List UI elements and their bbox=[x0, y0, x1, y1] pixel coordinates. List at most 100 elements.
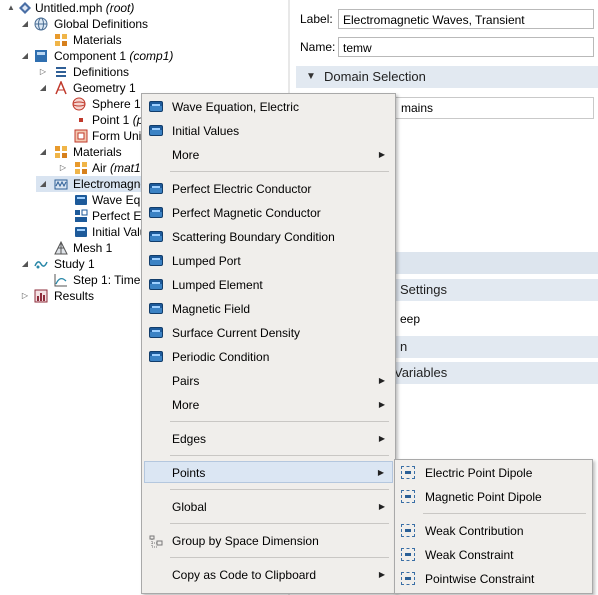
tree-item-label: Study 1 bbox=[54, 257, 95, 271]
label-field[interactable]: Electromagnetic Waves, Transient bbox=[338, 9, 594, 29]
tree-item-tag: (root) bbox=[105, 1, 135, 15]
tree-item-label: Form Unio bbox=[92, 129, 149, 143]
collapse-arrow-icon[interactable]: ◢ bbox=[38, 144, 48, 160]
results-icon bbox=[34, 289, 48, 303]
section-title: n bbox=[400, 339, 408, 354]
tree-item-label: Global Definitions bbox=[54, 17, 149, 31]
setting-text-fragment: eep bbox=[400, 312, 421, 326]
submenu-item-weak-constraint[interactable]: Weak Constraint bbox=[397, 544, 590, 566]
component-icon bbox=[34, 49, 48, 63]
point-dipole-icon bbox=[401, 466, 415, 479]
menu-item-label: Weak Contribution bbox=[425, 524, 524, 538]
menu-item-label: Points bbox=[172, 466, 206, 480]
name-caption: Name: bbox=[300, 40, 336, 54]
menu-item-label: Global bbox=[172, 500, 207, 514]
submenu-arrow-icon: ▶ bbox=[378, 400, 385, 409]
tree-item-tag: (comp1) bbox=[129, 49, 174, 63]
menu-item-label: Perfect Magnetic Conductor bbox=[172, 206, 321, 220]
menu-item-edges[interactable]: Edges ▶ bbox=[144, 428, 393, 450]
tree-item-label: Materials bbox=[73, 145, 122, 159]
collapse-arrow-icon[interactable]: ◢ bbox=[20, 48, 30, 64]
collapse-arrow-icon[interactable]: ◢ bbox=[38, 176, 48, 192]
menu-item-label: Copy as Code to Clipboard bbox=[172, 568, 317, 582]
menu-item-label: Periodic Condition bbox=[172, 350, 270, 364]
submenu-item-pointwise-constraint[interactable]: Pointwise Constraint bbox=[397, 568, 590, 590]
submenu-item-magnetic-point-dipole[interactable]: Magnetic Point Dipole bbox=[397, 486, 590, 508]
menu-item-global[interactable]: Global ▶ bbox=[144, 496, 393, 518]
tree-item-label: Mesh 1 bbox=[73, 241, 113, 255]
boundary-icon bbox=[149, 183, 163, 194]
menu-item-scattering-boundary-condition[interactable]: Scattering Boundary Condition bbox=[144, 226, 393, 248]
materials-icon bbox=[54, 33, 68, 47]
menu-item-perfect-electric-conductor[interactable]: Perfect Electric Conductor bbox=[144, 178, 393, 200]
expand-arrow-icon[interactable]: ▷ bbox=[38, 64, 48, 80]
menu-item-lumped-port[interactable]: Lumped Port bbox=[144, 250, 393, 272]
menu-separator bbox=[170, 171, 389, 172]
menu-item-label: Perfect Electric Conductor bbox=[172, 182, 312, 196]
menu-item-wave-equation-electric[interactable]: Wave Equation, Electric bbox=[144, 96, 393, 118]
menu-item-label: More bbox=[172, 398, 200, 412]
menu-item-surface-current-density[interactable]: Surface Current Density bbox=[144, 322, 393, 344]
group-icon bbox=[149, 534, 163, 548]
menu-separator bbox=[170, 557, 389, 558]
collapse-arrow-icon[interactable]: ◢ bbox=[20, 16, 30, 32]
menu-item-magnetic-field[interactable]: Magnetic Field bbox=[144, 298, 393, 320]
collapse-arrow-icon[interactable]: ◢ bbox=[20, 256, 30, 272]
submenu-arrow-icon: ▶ bbox=[378, 150, 385, 159]
menu-item-label: More bbox=[172, 148, 200, 162]
menu-separator bbox=[170, 489, 389, 490]
menu-item-perfect-magnetic-conductor[interactable]: Perfect Magnetic Conductor bbox=[144, 202, 393, 224]
expand-arrow-icon[interactable]: ▷ bbox=[20, 288, 30, 304]
menu-item-periodic-condition[interactable]: Periodic Condition bbox=[144, 346, 393, 368]
menu-item-more-domains[interactable]: More ▶ bbox=[144, 144, 393, 166]
tree-item-label: Component 1 bbox=[54, 49, 127, 63]
submenu-item-weak-contribution[interactable]: Weak Contribution bbox=[397, 520, 590, 542]
menu-item-label: Scattering Boundary Condition bbox=[172, 230, 335, 244]
menu-item-label: Initial Values bbox=[172, 124, 240, 138]
step-icon bbox=[54, 273, 68, 287]
section-domain-selection[interactable]: ▼ Domain Selection bbox=[296, 66, 598, 88]
wave-feature-icon bbox=[74, 193, 88, 207]
menu-item-copy-as-code[interactable]: Copy as Code to Clipboard ▶ bbox=[144, 564, 393, 586]
boundary-icon bbox=[149, 327, 163, 338]
menu-separator bbox=[170, 421, 389, 422]
menu-item-label: Edges bbox=[172, 432, 207, 446]
materials-icon bbox=[54, 145, 68, 159]
boundary-icon bbox=[149, 279, 163, 290]
tree-item-label: Air bbox=[92, 161, 107, 175]
menu-item-initial-values[interactable]: Initial Values bbox=[144, 120, 393, 142]
tree-item-label: Wave Equ bbox=[92, 193, 147, 207]
menu-item-label: Magnetic Point Dipole bbox=[425, 490, 542, 504]
submenu-item-electric-point-dipole[interactable]: Electric Point Dipole bbox=[397, 462, 590, 484]
menu-separator bbox=[423, 513, 586, 514]
collapse-arrow-icon: ▼ bbox=[306, 71, 316, 82]
menu-item-group-by-space-dimension[interactable]: Group by Space Dimension bbox=[144, 530, 393, 552]
submenu-arrow-icon: ▶ bbox=[378, 376, 385, 385]
menu-item-points[interactable]: Points ▶ bbox=[144, 461, 393, 483]
collapse-arrow-icon[interactable]: ◢ bbox=[38, 80, 48, 96]
menu-item-label: Pointwise Constraint bbox=[425, 572, 535, 586]
tree-item-label: Definitions bbox=[73, 65, 130, 79]
menu-separator bbox=[170, 523, 389, 524]
menu-item-label: Electric Point Dipole bbox=[425, 466, 533, 480]
globe-icon bbox=[34, 17, 48, 31]
menu-item-label: Weak Constraint bbox=[425, 548, 514, 562]
section-title: Variables bbox=[394, 365, 448, 380]
menu-item-more-boundaries[interactable]: More ▶ bbox=[144, 394, 393, 416]
point-dipole-icon bbox=[401, 490, 415, 503]
name-field[interactable]: temw bbox=[338, 37, 594, 57]
label-caption: Label: bbox=[300, 12, 333, 26]
tree-item-label: Initial Valu bbox=[92, 225, 147, 239]
physics-icon bbox=[54, 177, 68, 191]
tree-item-electromagnetic-waves[interactable]: ◢ Electromagne bbox=[36, 176, 147, 192]
points-submenu: Electric Point Dipole Magnetic Point Dip… bbox=[394, 459, 593, 594]
tree-item-tag: (mat1, bbox=[110, 161, 145, 175]
expand-arrow-icon[interactable]: ▷ bbox=[58, 160, 68, 176]
collapse-arrow-icon[interactable]: ▲ bbox=[6, 0, 16, 16]
point-weak-icon bbox=[401, 572, 415, 585]
menu-item-label: Lumped Port bbox=[172, 254, 241, 268]
menu-item-lumped-element[interactable]: Lumped Element bbox=[144, 274, 393, 296]
menu-item-pairs[interactable]: Pairs ▶ bbox=[144, 370, 393, 392]
initial-values-icon bbox=[74, 225, 88, 239]
tree-item-label: Geometry 1 bbox=[73, 81, 136, 95]
